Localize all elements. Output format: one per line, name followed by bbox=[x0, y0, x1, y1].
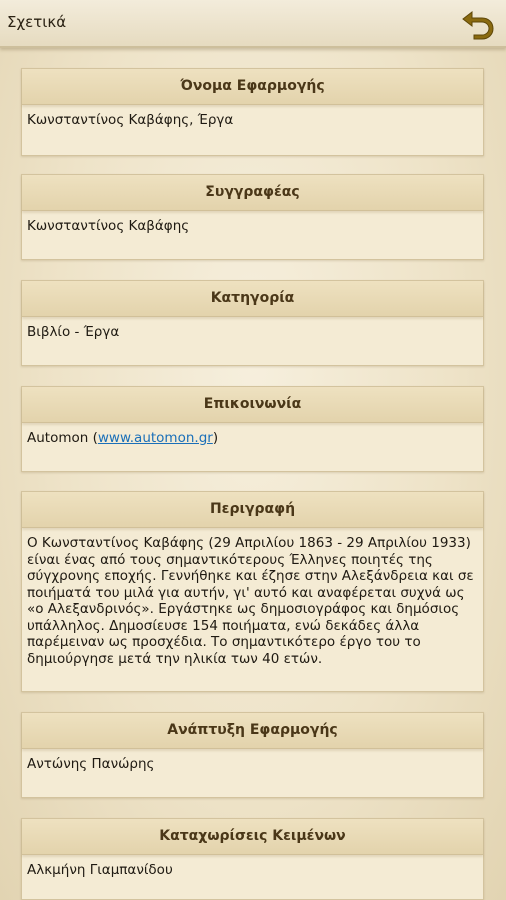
development-value: Αντώνης Πανώρης bbox=[27, 756, 155, 772]
description-heading: Περιγραφή bbox=[22, 492, 483, 528]
category-value: Βιβλίο - Έργα bbox=[27, 324, 120, 340]
back-button[interactable] bbox=[460, 6, 496, 40]
app-name-card: Όνομα Εφαρμογής Κωνσταντίνος Καβάφης, Έρ… bbox=[21, 68, 484, 156]
app-name-heading: Όνομα Εφαρμογής bbox=[22, 69, 483, 105]
page-title: Σχετικά bbox=[7, 13, 67, 31]
text-entries-value: Αλκμήνη Γιαμπανίδου bbox=[27, 862, 173, 878]
text-entries-card: Καταχωρίσεις Κειμένων Αλκμήνη Γιαμπανίδο… bbox=[21, 818, 484, 900]
undo-arrow-icon bbox=[462, 10, 494, 40]
contact-card: Επικοινωνία Automon (www.automon.gr) bbox=[21, 386, 484, 472]
app-name-value: Κωνσταντίνος Καβάφης, Έργα bbox=[27, 112, 234, 128]
contact-value: Automon (www.automon.gr) bbox=[22, 423, 483, 457]
category-card: Κατηγορία Βιβλίο - Έργα bbox=[21, 280, 484, 366]
category-heading: Κατηγορία bbox=[22, 281, 483, 317]
website-link[interactable]: www.automon.gr bbox=[98, 430, 213, 446]
contact-company: Automon bbox=[27, 430, 89, 446]
contact-close-paren: ) bbox=[212, 430, 219, 446]
about-content: Όνομα Εφαρμογής Κωνσταντίνος Καβάφης, Έρ… bbox=[0, 48, 506, 900]
contact-heading: Επικοινωνία bbox=[22, 387, 483, 423]
app-bar: Σχετικά bbox=[0, 0, 506, 48]
development-heading: Ανάπτυξη Εφαρμογής bbox=[22, 713, 483, 749]
description-card: Περιγραφή Ο Κωνσταντίνος Καβάφης (29 Απρ… bbox=[21, 491, 484, 692]
author-heading: Συγγραφέας bbox=[22, 175, 483, 211]
contact-open-paren: ( bbox=[88, 430, 98, 446]
development-card: Ανάπτυξη Εφαρμογής Αντώνης Πανώρης bbox=[21, 712, 484, 798]
text-entries-heading: Καταχωρίσεις Κειμένων bbox=[22, 819, 483, 855]
author-value: Κωνσταντίνος Καβάφης bbox=[27, 218, 190, 234]
author-card: Συγγραφέας Κωνσταντίνος Καβάφης bbox=[21, 174, 484, 260]
description-value: Ο Κωνσταντίνος Καβάφης (29 Απριλίου 1863… bbox=[27, 535, 474, 667]
